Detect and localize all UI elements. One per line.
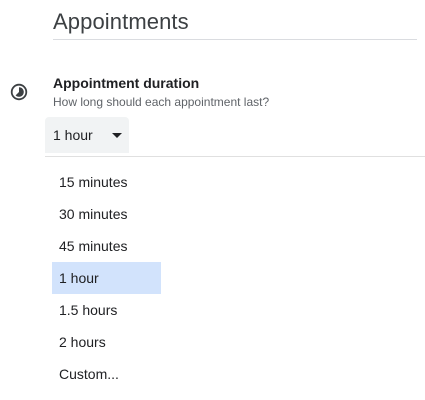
duration-option-15-minutes[interactable]: 15 minutes <box>52 166 161 198</box>
appointment-duration-description: How long should each appointment last? <box>53 95 270 109</box>
section-title: Appointments <box>53 9 189 34</box>
title-divider <box>53 39 417 40</box>
duration-option-45-minutes[interactable]: 45 minutes <box>52 230 161 262</box>
duration-option-1-hour[interactable]: 1 hour <box>52 262 161 294</box>
duration-select[interactable]: 1 hour <box>45 117 129 153</box>
duration-option-custom[interactable]: Custom... <box>52 358 161 390</box>
select-underline <box>45 156 425 157</box>
appointment-duration-label: Appointment duration <box>53 75 200 91</box>
duration-option-2-hours[interactable]: 2 hours <box>52 326 161 358</box>
duration-option-30-minutes[interactable]: 30 minutes <box>52 198 161 230</box>
dropdown-arrow-icon <box>112 133 122 138</box>
duration-select-value: 1 hour <box>53 127 93 143</box>
duration-options-menu: 15 minutes 30 minutes 45 minutes 1 hour … <box>52 166 161 390</box>
timelapse-icon <box>10 83 28 101</box>
duration-option-1-5-hours[interactable]: 1.5 hours <box>52 294 161 326</box>
